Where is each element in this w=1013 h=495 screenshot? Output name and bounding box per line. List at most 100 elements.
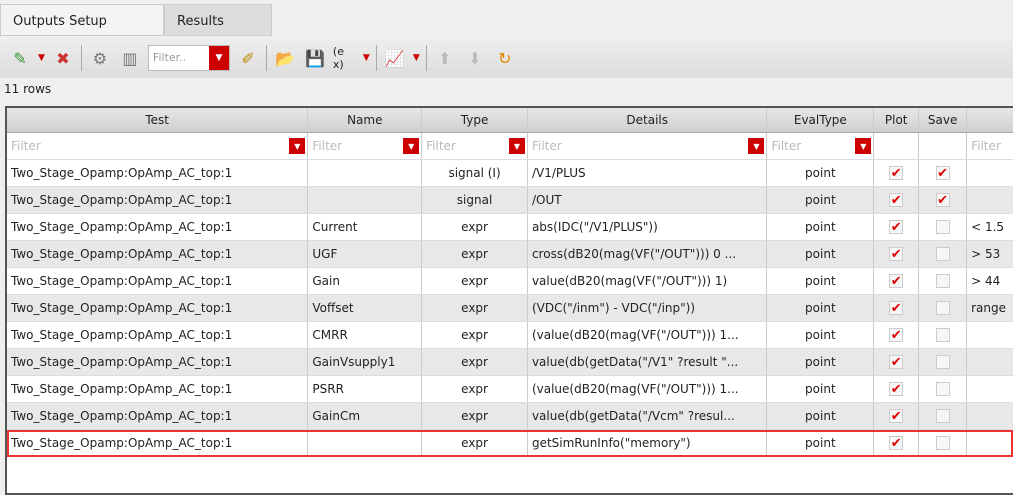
cell-name[interactable]: Voffset [308, 295, 423, 321]
cell-type[interactable]: expr [422, 376, 528, 402]
cell-name[interactable] [308, 430, 423, 456]
chevron-down-icon[interactable]: ▼ [855, 138, 872, 154]
plot-checkbox[interactable]: ✔ [889, 247, 904, 261]
add-output-icon[interactable]: ✎ [8, 46, 32, 70]
plot-checkbox[interactable]: ✔ [889, 409, 904, 423]
cell-spec[interactable]: > 53 [967, 241, 1013, 267]
open-folder-icon[interactable]: 📂 [273, 46, 297, 70]
plot-icon[interactable]: 📈 [383, 46, 407, 70]
cell-spec[interactable]: range [967, 295, 1013, 321]
save-icon[interactable]: 💾 [303, 46, 327, 70]
table-row[interactable]: Two_Stage_Opamp:OpAmp_AC_top:1 Gain expr va… [7, 268, 1013, 295]
chevron-down-icon[interactable]: ▼ [38, 53, 45, 63]
cell-details[interactable]: value(db(getData("/V1" ?result "... [528, 349, 768, 375]
save-checkbox[interactable] [935, 355, 950, 369]
column-header[interactable] [967, 108, 1013, 132]
save-checkbox[interactable] [935, 409, 950, 423]
cell-name[interactable]: CMRR [308, 322, 423, 348]
cell-spec[interactable] [967, 349, 1013, 375]
column-filter-input[interactable] [919, 133, 968, 159]
cell-type[interactable]: expr [422, 349, 528, 375]
cell-spec[interactable] [967, 430, 1013, 456]
cell-name[interactable]: Current [308, 214, 423, 240]
cell-details[interactable]: (value(dB20(mag(VF("/OUT"))) 1... [528, 322, 768, 348]
cell-test[interactable]: Two_Stage_Opamp:OpAmp_AC_top:1 [7, 268, 309, 294]
cell-eval[interactable]: point [767, 403, 875, 429]
cell-type[interactable]: expr [422, 403, 528, 429]
cell-spec[interactable]: < 1.5 [967, 214, 1013, 240]
cell-name[interactable]: Gain [308, 268, 423, 294]
plot-checkbox[interactable]: ✔ [889, 382, 904, 396]
column-header[interactable]: Name [308, 108, 423, 132]
column-header[interactable]: Details [528, 108, 768, 132]
save-checkbox[interactable]: ✔ [935, 193, 950, 207]
table-row[interactable]: Two_Stage_Opamp:OpAmp_AC_top:1 PSRR expr (v… [7, 376, 1013, 403]
cell-type[interactable]: expr [422, 430, 528, 456]
column-filter-input[interactable]: Filter ▼ [528, 133, 768, 159]
cell-name[interactable]: GainCm [308, 403, 423, 429]
cell-test[interactable]: Two_Stage_Opamp:OpAmp_AC_top:1 [7, 187, 309, 213]
chevron-down-icon[interactable]: ▼ [508, 138, 525, 154]
tab-outputs-setup[interactable]: Outputs Setup [0, 4, 164, 36]
cell-test[interactable]: Two_Stage_Opamp:OpAmp_AC_top:1 [7, 295, 309, 321]
cell-details[interactable]: (value(dB20(mag(VF("/OUT"))) 1... [528, 376, 768, 402]
table-row[interactable]: Two_Stage_Opamp:OpAmp_AC_top:1 CMRR expr (v… [7, 322, 1013, 349]
cell-test[interactable]: Two_Stage_Opamp:OpAmp_AC_top:1 [7, 214, 309, 240]
cell-eval[interactable]: point [767, 430, 875, 456]
expression-icon[interactable]: (e x) [333, 45, 357, 71]
cell-name[interactable] [308, 160, 423, 186]
cell-test[interactable]: Two_Stage_Opamp:OpAmp_AC_top:1 [7, 349, 309, 375]
table-row[interactable]: Two_Stage_Opamp:OpAmp_AC_top:1 GainCm expr… [7, 403, 1013, 430]
cell-eval[interactable]: point [767, 160, 875, 186]
plot-checkbox[interactable]: ✔ [889, 301, 904, 315]
cell-details[interactable]: abs(IDC("/V1/PLUS")) [528, 214, 768, 240]
cell-test[interactable]: Two_Stage_Opamp:OpAmp_AC_top:1 [7, 430, 309, 456]
plot-checkbox[interactable]: ✔ [889, 436, 904, 450]
plot-checkbox[interactable]: ✔ [889, 355, 904, 369]
chevron-down-icon[interactable]: ▼ [208, 46, 229, 70]
cell-type[interactable]: signal [422, 187, 528, 213]
cell-type[interactable]: expr [422, 214, 528, 240]
cell-eval[interactable]: point [767, 241, 875, 267]
cell-type[interactable]: signal (I) [422, 160, 528, 186]
columns-icon[interactable]: ▥ [118, 46, 142, 70]
column-filter-input[interactable] [874, 133, 920, 159]
chevron-down-icon[interactable]: ▼ [748, 138, 765, 154]
cell-eval[interactable]: point [767, 322, 875, 348]
delete-icon[interactable]: ✖ [51, 46, 75, 70]
save-checkbox[interactable] [935, 274, 950, 288]
cell-name[interactable]: GainVsupply1 [308, 349, 423, 375]
chevron-down-icon[interactable]: ▼ [289, 138, 306, 154]
column-filter-input[interactable]: Filter ▼ [767, 133, 875, 159]
cell-eval[interactable]: point [767, 214, 875, 240]
cell-test[interactable]: Two_Stage_Opamp:OpAmp_AC_top:1 [7, 160, 309, 186]
column-filter-input[interactable]: Filter ▼ [422, 133, 528, 159]
cell-spec[interactable] [967, 187, 1013, 213]
cell-eval[interactable]: point [767, 268, 875, 294]
table-row[interactable]: Two_Stage_Opamp:OpAmp_AC_top:1 signal (I)… [7, 160, 1013, 187]
column-filter-input[interactable]: Filter [967, 133, 1013, 159]
save-checkbox[interactable] [935, 301, 950, 315]
cell-eval[interactable]: point [767, 349, 875, 375]
save-checkbox[interactable] [935, 382, 950, 396]
cell-type[interactable]: expr [422, 295, 528, 321]
cell-details[interactable]: /V1/PLUS [528, 160, 768, 186]
save-checkbox[interactable]: ✔ [935, 166, 950, 180]
cell-type[interactable]: expr [422, 241, 528, 267]
cell-test[interactable]: Two_Stage_Opamp:OpAmp_AC_top:1 [7, 241, 309, 267]
cell-spec[interactable] [967, 403, 1013, 429]
cell-spec[interactable] [967, 160, 1013, 186]
settings-icon[interactable]: ⚙ [88, 46, 112, 70]
cell-spec[interactable] [967, 376, 1013, 402]
toolbar-filter-input[interactable]: Filter.. ▼ [147, 45, 230, 71]
cell-spec[interactable]: > 44 [967, 268, 1013, 294]
chevron-down-icon[interactable]: ▼ [413, 53, 420, 63]
chevron-down-icon[interactable]: ▼ [403, 138, 420, 154]
table-row[interactable]: Two_Stage_Opamp:OpAmp_AC_top:1 expr getSim… [7, 430, 1013, 457]
plot-checkbox[interactable]: ✔ [889, 220, 904, 234]
move-up-icon[interactable]: ⬆ [433, 46, 457, 70]
cell-details[interactable]: /OUT [528, 187, 768, 213]
cell-eval[interactable]: point [767, 187, 875, 213]
table-row[interactable]: Two_Stage_Opamp:OpAmp_AC_top:1 Current exp… [7, 214, 1013, 241]
save-checkbox[interactable] [935, 220, 950, 234]
